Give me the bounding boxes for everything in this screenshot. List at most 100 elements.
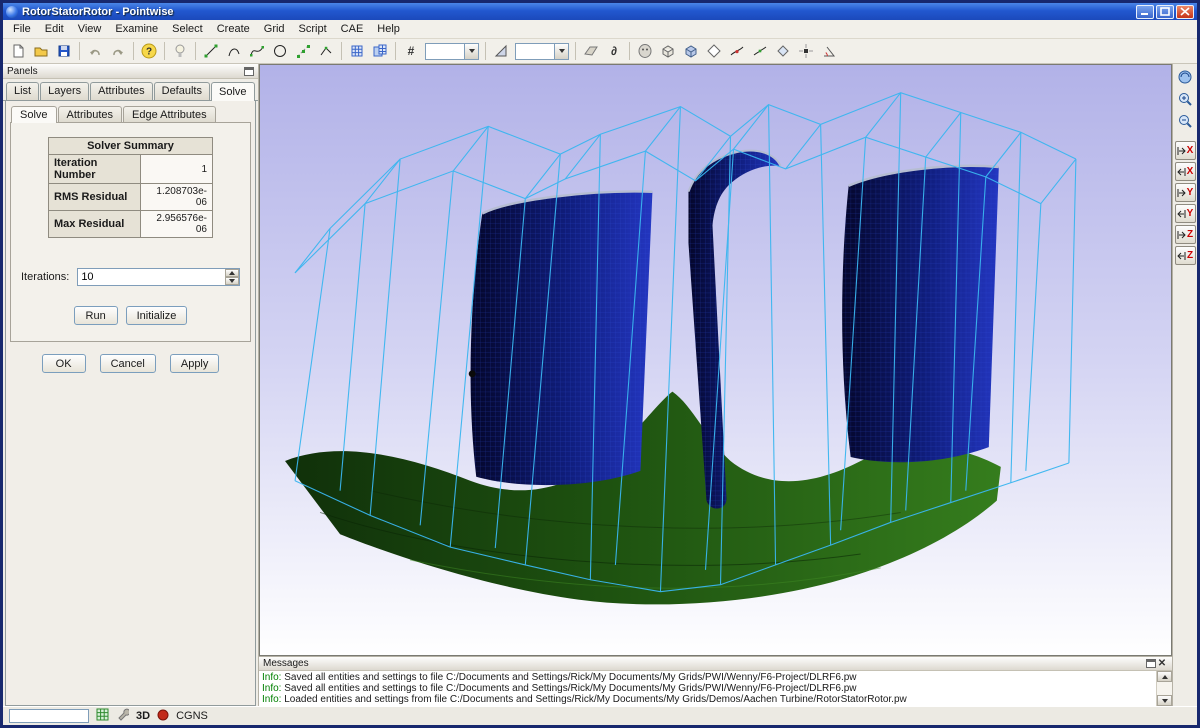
ok-button[interactable]: OK	[42, 354, 86, 373]
mask-icon[interactable]	[634, 41, 656, 62]
iteration-number-label: Iteration Number	[49, 155, 141, 184]
connector-join-icon[interactable]	[749, 41, 771, 62]
structured-grid-icon[interactable]	[346, 41, 368, 62]
run-button[interactable]: Run	[74, 306, 118, 325]
max-residual-label: Max Residual	[49, 211, 141, 238]
point-marker[interactable]	[469, 370, 476, 377]
undo-icon[interactable]	[84, 41, 106, 62]
scroll-up-icon[interactable]	[1157, 671, 1172, 682]
view-minus-x-button[interactable]: X	[1175, 162, 1196, 181]
float-panel-icon[interactable]	[244, 67, 254, 76]
app-icon	[6, 6, 18, 18]
curve-tool-icon[interactable]	[223, 41, 245, 62]
zoom-in-icon[interactable]	[1175, 89, 1196, 109]
circle-tool-icon[interactable]	[269, 41, 291, 62]
view-plus-z-button[interactable]: Z	[1175, 225, 1196, 244]
menu-cae[interactable]: CAE	[334, 21, 371, 37]
view-plus-y-button[interactable]: Y	[1175, 183, 1196, 202]
maximize-button[interactable]	[1156, 5, 1174, 19]
rms-residual-value: 1.208703e-06	[141, 184, 213, 211]
spline-tool-icon[interactable]	[246, 41, 268, 62]
sheet-icon[interactable]	[580, 41, 602, 62]
tab-solve[interactable]: Solve	[211, 82, 255, 101]
spacing-label-icon	[490, 41, 512, 62]
diamond-small-icon[interactable]	[772, 41, 794, 62]
help-icon[interactable]: ?	[138, 41, 160, 62]
max-residual-value: 2.956576e-06	[141, 211, 213, 238]
title-bar: RotorStatorRotor - Pointwise	[3, 3, 1197, 20]
dimension-mode-label: 3D	[136, 710, 150, 722]
panel-tabs: List Layers Attributes Defaults Solve	[3, 79, 258, 101]
view-minus-z-button[interactable]: Z	[1175, 246, 1196, 265]
layer-grid-icon[interactable]	[96, 708, 109, 724]
new-file-icon[interactable]	[7, 41, 29, 62]
menu-file[interactable]: File	[6, 21, 38, 37]
menu-select[interactable]: Select	[165, 21, 210, 37]
main-area: Panels List Layers Attributes Defaults S…	[3, 64, 1197, 706]
main-toolbar: ? # ∂	[3, 39, 1197, 64]
subtab-solve[interactable]: Solve	[11, 106, 57, 123]
connector-split-icon[interactable]	[726, 41, 748, 62]
tab-layers[interactable]: Layers	[40, 82, 89, 101]
iterations-input[interactable]	[77, 268, 240, 286]
cube-outline-icon[interactable]	[657, 41, 679, 62]
cube-solid-icon[interactable]	[680, 41, 702, 62]
messages-scrollbar[interactable]	[1156, 671, 1172, 706]
light-toggle-icon[interactable]	[169, 41, 191, 62]
float-messages-icon[interactable]	[1146, 659, 1156, 668]
solve-content: Solver Summary Iteration Number 1 RMS Re…	[10, 123, 251, 342]
dimension-combo-arrow[interactable]	[464, 44, 478, 59]
viewport-3d[interactable]	[259, 64, 1172, 656]
close-button[interactable]	[1176, 5, 1194, 19]
menu-grid[interactable]: Grid	[257, 21, 292, 37]
node-tool-icon[interactable]	[795, 41, 817, 62]
tab-list[interactable]: List	[6, 82, 39, 101]
menu-help[interactable]: Help	[370, 21, 407, 37]
extrude-grid-icon[interactable]	[369, 41, 391, 62]
redo-icon[interactable]	[107, 41, 129, 62]
dimension-combo[interactable]	[425, 43, 479, 60]
initialize-button[interactable]: Initialize	[126, 306, 188, 325]
status-command-input[interactable]	[9, 709, 89, 723]
cancel-button[interactable]: Cancel	[100, 354, 156, 373]
close-messages-icon[interactable]: ✕	[1156, 658, 1168, 669]
spacing-combo[interactable]	[515, 43, 569, 60]
application-window: RotorStatorRotor - Pointwise File Edit V…	[0, 0, 1200, 728]
iterations-down-icon[interactable]	[225, 277, 239, 285]
iterations-up-icon[interactable]	[225, 269, 239, 277]
diamond-tool-icon[interactable]	[703, 41, 725, 62]
scroll-down-icon[interactable]	[1157, 695, 1172, 706]
menu-create[interactable]: Create	[210, 21, 257, 37]
status-bar: 3D CGNS	[3, 706, 1197, 725]
cae-format-label: CGNS	[176, 710, 208, 722]
menu-view[interactable]: View	[71, 21, 109, 37]
menu-examine[interactable]: Examine	[108, 21, 165, 37]
scroll-track[interactable]	[1157, 682, 1172, 695]
apply-button[interactable]: Apply	[170, 354, 220, 373]
svg-text:?: ?	[146, 47, 152, 58]
panels-dock: Panels List Layers Attributes Defaults S…	[3, 64, 259, 706]
view-plus-x-button[interactable]: X	[1175, 141, 1196, 160]
segment-tool-icon[interactable]	[315, 41, 337, 62]
menu-script[interactable]: Script	[292, 21, 334, 37]
spacing-combo-arrow[interactable]	[554, 44, 568, 59]
open-file-icon[interactable]	[30, 41, 52, 62]
control-points-icon[interactable]	[292, 41, 314, 62]
menu-edit[interactable]: Edit	[38, 21, 71, 37]
save-file-icon[interactable]	[53, 41, 75, 62]
zoom-out-icon[interactable]	[1175, 111, 1196, 131]
tab-defaults[interactable]: Defaults	[154, 82, 210, 101]
subtab-edge-attributes[interactable]: Edge Attributes	[123, 106, 216, 123]
derivative-icon[interactable]: ∂	[603, 41, 625, 62]
line-tool-icon[interactable]	[200, 41, 222, 62]
messages-panel: Messages ✕ Info: Saved all entities and …	[259, 656, 1172, 706]
view-toolbar: X X Y Y Z Z	[1172, 64, 1197, 706]
view-minus-y-button[interactable]: Y	[1175, 204, 1196, 223]
subtab-attributes[interactable]: Attributes	[58, 106, 122, 123]
angle-tool-icon[interactable]	[818, 41, 840, 62]
rotate-view-icon[interactable]	[1175, 67, 1196, 87]
tab-attributes[interactable]: Attributes	[90, 82, 152, 101]
tool-wrench-icon[interactable]	[116, 708, 129, 724]
minimize-button[interactable]	[1136, 5, 1154, 19]
rms-residual-label: RMS Residual	[49, 184, 141, 211]
